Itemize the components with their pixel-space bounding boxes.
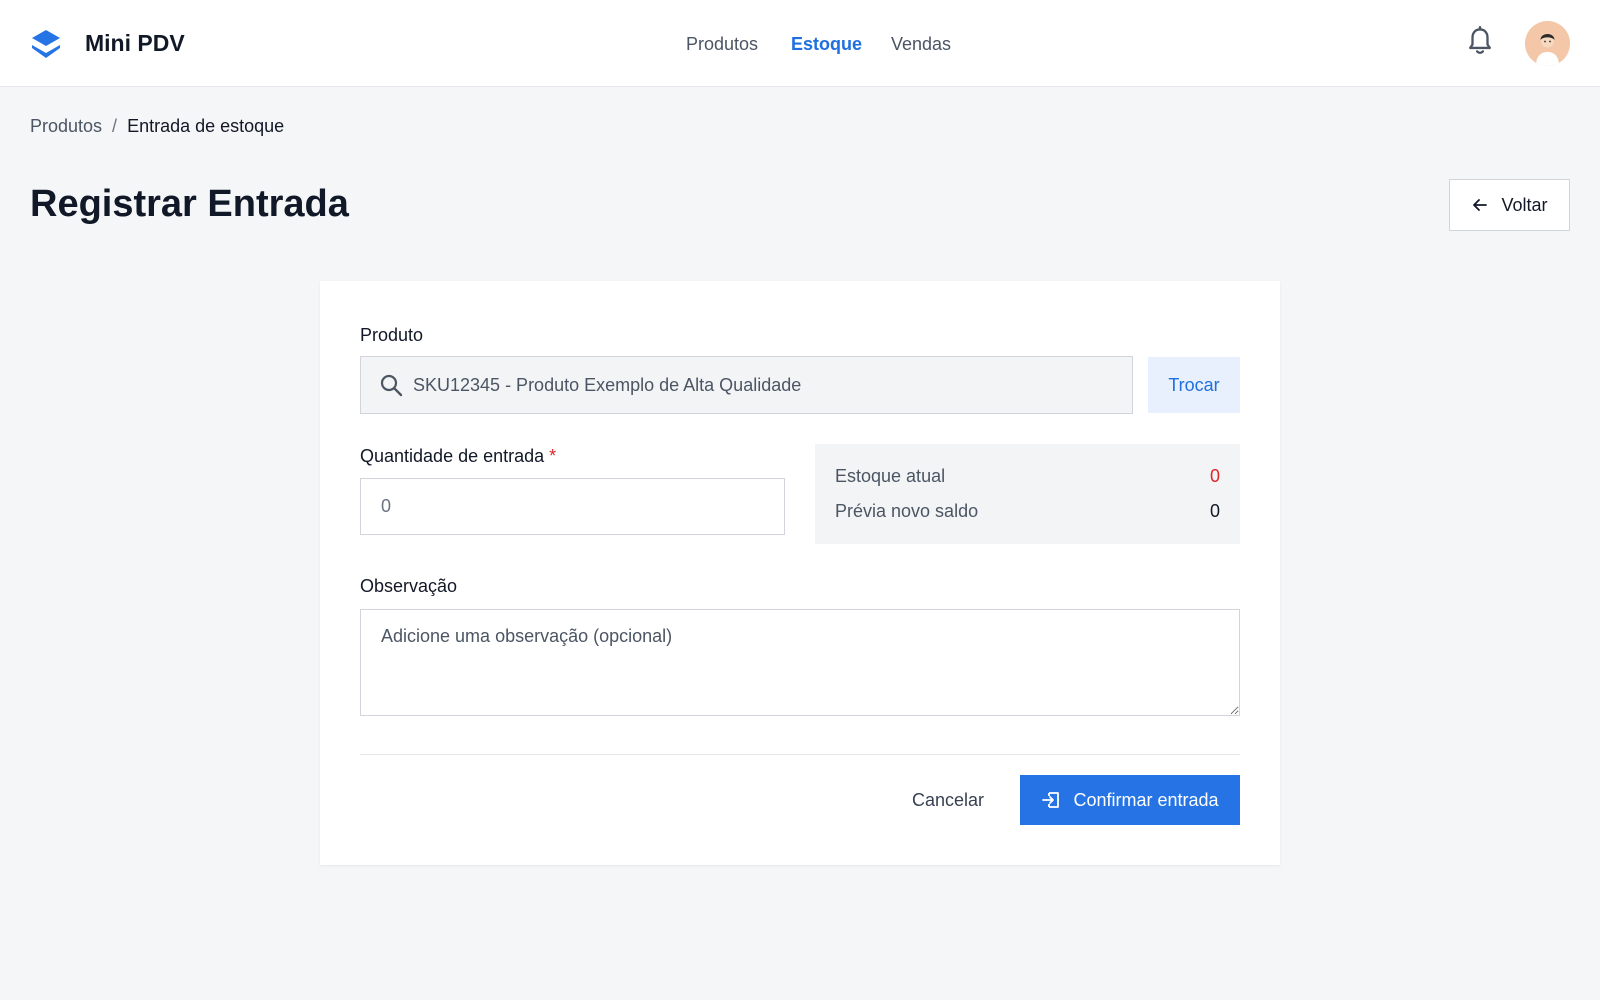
bell-icon[interactable] — [1466, 26, 1494, 56]
product-search-input[interactable] — [413, 374, 1113, 396]
breadcrumb: Produtos / Entrada de estoque — [30, 114, 284, 138]
stock-current-row: Estoque atual 0 — [835, 464, 1220, 488]
product-search-field[interactable] — [360, 356, 1133, 414]
stock-current-value: 0 — [1209, 466, 1220, 486]
breadcrumb-produtos[interactable]: Produtos — [30, 116, 102, 136]
search-icon — [380, 374, 403, 397]
cancel-button[interactable]: Cancelar — [893, 775, 1003, 825]
required-mark: * — [549, 446, 557, 466]
logo-icon[interactable] — [30, 28, 62, 60]
sign-in-icon — [1042, 792, 1060, 808]
back-button[interactable]: Voltar — [1449, 179, 1570, 231]
stock-preview-label: Prévia novo saldo — [835, 501, 979, 521]
stock-current-label: Estoque atual — [835, 466, 946, 486]
swap-product-button[interactable]: Trocar — [1148, 357, 1240, 413]
quantity-label-text: Quantidade de entrada — [360, 446, 545, 466]
app-name[interactable]: Mini PDV — [85, 28, 185, 58]
top-bar: Mini PDV Produtos Estoque Vendas — [0, 0, 1600, 87]
quantity-label: Quantidade de entrada * — [360, 444, 556, 468]
nav-item-produtos[interactable]: Produtos — [686, 31, 758, 57]
breadcrumb-current: Entrada de estoque — [127, 116, 285, 136]
arrow-left-icon — [1473, 199, 1488, 211]
confirm-entry-label: Confirmar entrada — [1073, 789, 1219, 810]
stock-preview-row: Prévia novo saldo 0 — [835, 499, 1220, 523]
nav-item-estoque[interactable]: Estoque — [791, 31, 862, 57]
user-avatar[interactable] — [1525, 21, 1570, 66]
nav-item-vendas[interactable]: Vendas — [891, 31, 951, 57]
notes-textarea[interactable] — [360, 609, 1240, 716]
form-divider — [360, 754, 1240, 755]
confirm-entry-button[interactable]: Confirmar entrada — [1020, 775, 1240, 825]
product-label: Produto — [360, 325, 424, 345]
breadcrumb-separator: / — [112, 116, 118, 136]
back-button-label: Voltar — [1501, 194, 1548, 215]
stock-summary-panel: Estoque atual 0 Prévia novo saldo 0 — [815, 444, 1240, 544]
entry-form-card: Produto Trocar Quantidade de entrada * E… — [320, 281, 1280, 865]
page-title: Registrar Entrada — [30, 183, 349, 225]
notes-label: Observação — [360, 576, 458, 596]
quantity-input[interactable] — [360, 478, 785, 535]
user-avatar-icon — [1525, 21, 1570, 66]
stock-preview-value: 0 — [1209, 501, 1220, 521]
